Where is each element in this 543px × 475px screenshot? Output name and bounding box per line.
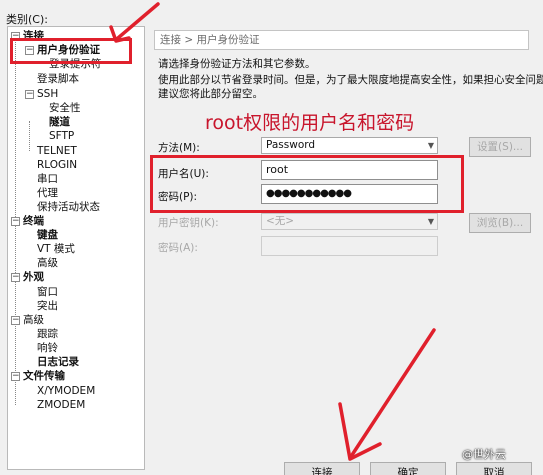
annotation-arrows	[109, 2, 436, 461]
arrow-head-connect	[338, 402, 382, 461]
arrow-to-tree-item	[116, 2, 160, 40]
watermark: @世外云	[462, 448, 506, 461]
arrow-to-connect-button	[350, 328, 436, 457]
